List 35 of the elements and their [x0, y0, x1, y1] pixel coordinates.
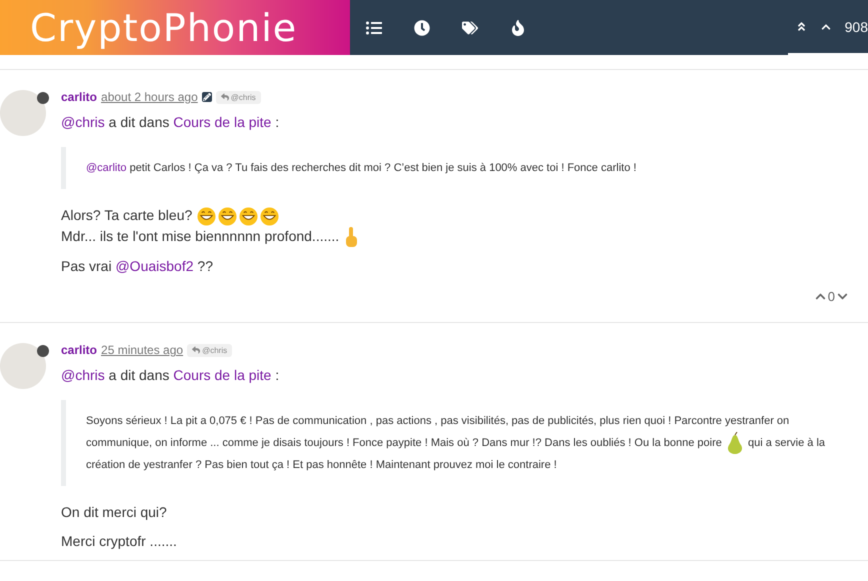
status-dot	[37, 92, 49, 104]
upvote-icon[interactable]	[814, 291, 826, 302]
post-count: 908	[844, 18, 868, 34]
user-mention-link[interactable]: @chris	[61, 367, 105, 384]
quote-header: @chris a dit dans Cours de la pite :	[61, 113, 280, 132]
downvote-icon[interactable]	[837, 291, 848, 302]
blockquote: Soyons sérieux ! La pit a 0,075 € ! Pas de communication , pas actions , pas visibilités, pas de publicités, plus rien quoi ! Parcontre yestranfer on communique, on informe ... comme je disais toujours ! Fonce paypite ! Mais où ? Dans mur !? Dans les oubliés ! Ou la bonne poire qui a servie à la création de yestranfer ? Pas bien tout ça ! Et pas honnête ! Maintenant prouvez moi le contraire !	[61, 400, 848, 486]
avatar[interactable]	[0, 343, 46, 390]
user-mention-link[interactable]: @chris	[61, 114, 105, 130]
post-time[interactable]: 25 minutes ago	[101, 343, 184, 358]
post-paragraph: Merci cryptofr .......	[61, 532, 178, 552]
vote-count: 0	[828, 289, 835, 304]
post-counter[interactable]: 908	[788, 0, 868, 55]
avatar[interactable]	[0, 90, 46, 136]
list-icon[interactable]	[366, 20, 382, 36]
post-time[interactable]: about 2 hours ago	[101, 90, 198, 104]
post-paragraph: On dit merci qui?	[61, 503, 168, 522]
user-mention-link[interactable]: @Ouaisbof2	[115, 258, 194, 274]
double-chevron-up-icon[interactable]	[796, 21, 807, 32]
status-dot	[37, 345, 49, 358]
reply-icon	[192, 346, 200, 354]
clock-icon[interactable]	[414, 20, 430, 36]
topic-link[interactable]: Cours de la pite	[173, 114, 272, 130]
topic-link[interactable]: Cours de la pite	[173, 367, 272, 384]
flame-icon[interactable]	[510, 20, 526, 36]
post-paragraph: Alors? Ta carte bleu? Mdr... ils te l'ont mise biennnnnn profond.......	[61, 205, 848, 248]
author-name[interactable]: carlito	[61, 343, 98, 358]
chevron-up-icon[interactable]	[820, 22, 831, 32]
user-mention-link[interactable]: @carlito	[86, 162, 127, 174]
reply-icon	[220, 93, 229, 101]
author-name[interactable]: carlito	[61, 90, 98, 104]
quote-header: @chris a dit dans Cours de la pite :	[61, 366, 280, 386]
post-paragraph: Pas vrai @Ouaisbof2 ??	[61, 257, 214, 276]
blockquote: @carlito petit Carlos ! Ça va ? Tu fais des recherches dit moi ? C’est bien je suis à 100% avec toi ! Fonce carlito !	[61, 147, 848, 189]
tags-icon[interactable]	[462, 20, 478, 36]
